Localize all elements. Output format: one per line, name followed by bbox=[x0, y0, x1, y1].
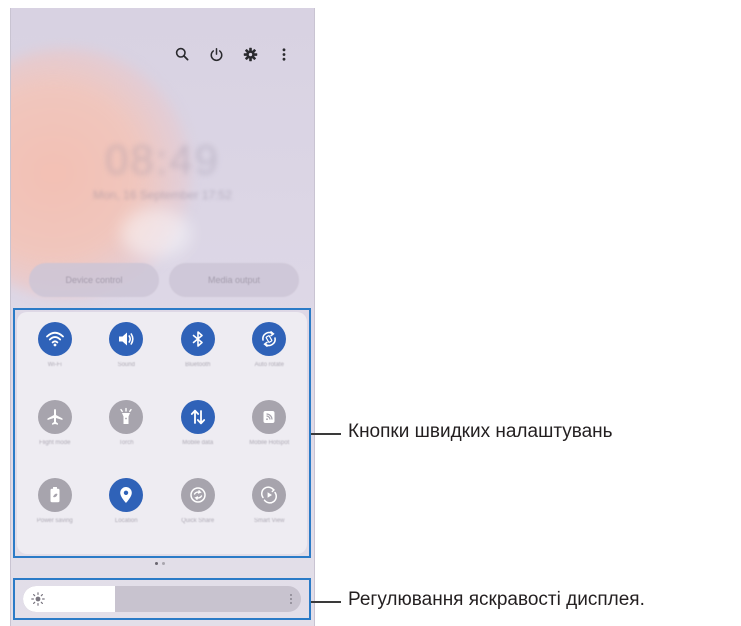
mobile-data-icon bbox=[180, 400, 215, 434]
callout-quick-settings: Кнопки швидких налаштувань bbox=[348, 421, 613, 442]
tile-location[interactable]: Location bbox=[91, 472, 163, 550]
top-toolbar bbox=[172, 44, 294, 64]
rotate-icon bbox=[252, 322, 287, 356]
page-dot bbox=[162, 562, 165, 565]
brightness-panel bbox=[13, 578, 311, 620]
quick-settings-grid: Wi-Fi Sound Bluetooth Auto rotate Flight bbox=[17, 312, 307, 554]
smart-view-icon bbox=[252, 478, 287, 512]
tile-quick-share[interactable]: Quick Share bbox=[162, 472, 234, 550]
date: Mon, 16 September 17:52 bbox=[93, 188, 232, 202]
brightness-slider[interactable] bbox=[23, 586, 301, 612]
tile-sound[interactable]: Sound bbox=[91, 316, 163, 394]
media-output-button[interactable]: Media output bbox=[169, 263, 299, 297]
clock: 08:49 bbox=[104, 136, 221, 183]
tile-label: Power saving bbox=[36, 518, 73, 524]
tile-label: Wi-Fi bbox=[47, 362, 62, 368]
tile-label: Torch bbox=[118, 440, 134, 446]
power-icon[interactable] bbox=[206, 44, 226, 64]
more-vertical-icon[interactable] bbox=[289, 593, 293, 605]
gear-icon[interactable] bbox=[240, 44, 260, 64]
quick-settings-panel: Wi-Fi Sound Bluetooth Auto rotate Flight bbox=[13, 308, 311, 558]
tile-label: Mobile Hotspot bbox=[249, 440, 290, 446]
battery-icon bbox=[37, 478, 72, 512]
bluetooth-icon bbox=[180, 322, 215, 356]
wallpaper-highlight bbox=[121, 208, 191, 258]
tile-label: Flight mode bbox=[39, 440, 71, 446]
callout-line-brightness bbox=[311, 601, 341, 603]
tile-torch[interactable]: Torch bbox=[91, 394, 163, 472]
tile-label: Mobile data bbox=[182, 440, 214, 446]
tile-label: Location bbox=[114, 518, 138, 524]
flashlight-icon bbox=[109, 400, 144, 434]
tile-label: Smart View bbox=[253, 518, 285, 524]
sound-icon bbox=[109, 322, 144, 356]
hotspot-icon bbox=[252, 400, 287, 434]
wifi-icon bbox=[37, 322, 72, 356]
tile-bluetooth[interactable]: Bluetooth bbox=[162, 316, 234, 394]
more-vertical-icon[interactable] bbox=[274, 44, 294, 64]
device-control-button[interactable]: Device control bbox=[29, 263, 159, 297]
location-icon bbox=[109, 478, 144, 512]
tile-auto-rotate[interactable]: Auto rotate bbox=[234, 316, 306, 394]
page-indicator bbox=[155, 562, 165, 565]
airplane-icon bbox=[37, 400, 72, 434]
tile-label: Bluetooth bbox=[185, 362, 211, 368]
page-dot-active bbox=[155, 562, 158, 565]
tile-flight-mode[interactable]: Flight mode bbox=[19, 394, 91, 472]
tile-wifi[interactable]: Wi-Fi bbox=[19, 316, 91, 394]
tile-mobile-data[interactable]: Mobile data bbox=[162, 394, 234, 472]
tile-label: Quick Share bbox=[181, 518, 215, 524]
sync-icon bbox=[180, 478, 215, 512]
tile-label: Sound bbox=[117, 362, 135, 368]
callout-brightness: Регулювання яскравості дисплея. bbox=[348, 589, 645, 610]
tile-power-saving[interactable]: Power saving bbox=[19, 472, 91, 550]
tile-label: Auto rotate bbox=[254, 362, 284, 368]
search-icon[interactable] bbox=[172, 44, 192, 64]
tile-mobile-hotspot[interactable]: Mobile Hotspot bbox=[234, 394, 306, 472]
callout-line-quick-settings bbox=[311, 433, 341, 435]
tile-smart-view[interactable]: Smart View bbox=[234, 472, 306, 550]
sun-icon bbox=[31, 592, 45, 606]
